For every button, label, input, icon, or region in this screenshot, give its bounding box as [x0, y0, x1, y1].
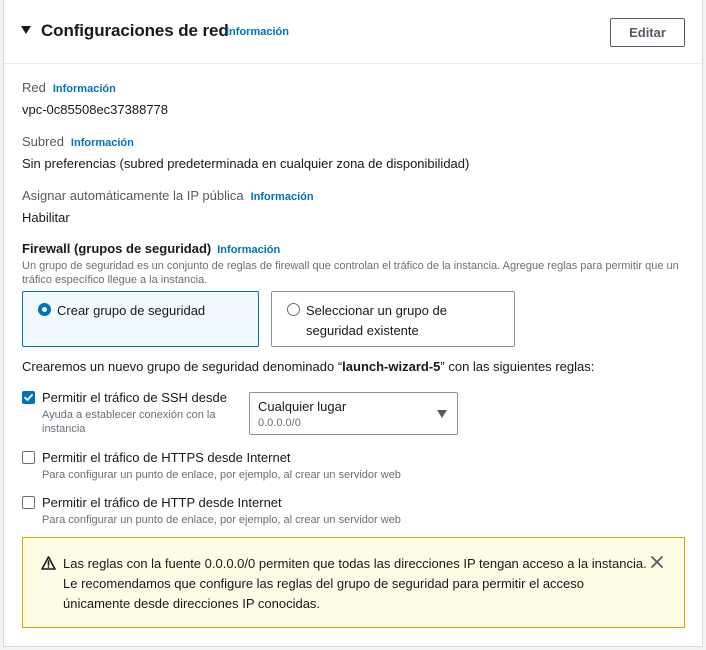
https-help: Para configurar un punto de enlace, por … [42, 469, 401, 481]
close-icon[interactable] [651, 556, 663, 568]
network-value: vpc-0c85508ec37388778 [22, 102, 169, 117]
radio-existing-label: Seleccionar un grupo de seguridad existe… [306, 303, 447, 338]
https-label: Permitir el tráfico de HTTPS desde Inter… [42, 450, 291, 465]
http-checkbox[interactable] [22, 496, 35, 509]
checkmark-icon [24, 394, 33, 401]
ssh-source-cidr: 0.0.0.0/0 [258, 417, 301, 429]
firewall-info-link[interactable]: Información [217, 244, 280, 256]
dropdown-caret-icon [437, 410, 447, 418]
radio-unselected-icon [287, 303, 300, 316]
public-ip-info-link[interactable]: Información [251, 191, 314, 203]
ssh-checkbox[interactable] [22, 391, 35, 404]
http-label: Permitir el tráfico de HTTP desde Intern… [42, 495, 282, 510]
public-ip-label-text: Asignar automáticamente la IP pública [22, 188, 244, 203]
ssh-label: Permitir el tráfico de SSH desde [42, 390, 227, 405]
ssh-source-value: Cualquier lugar [258, 399, 347, 414]
collapse-caret-icon[interactable] [21, 26, 31, 34]
public-ip-value: Habilitar [22, 210, 70, 225]
network-label: Red Información [22, 80, 116, 95]
new-group-prefix: Crearemos un nuevo grupo de seguridad de… [22, 359, 343, 374]
radio-select-existing-group[interactable]: Seleccionar un grupo de seguridad existe… [271, 291, 515, 347]
panel-title: Configuraciones de red [41, 21, 229, 40]
edit-button[interactable]: Editar [610, 18, 685, 47]
radio-create-security-group[interactable]: Crear grupo de seguridad [22, 291, 259, 347]
firewall-title-text: Firewall (grupos de seguridad) [22, 241, 212, 256]
warning-icon [41, 556, 56, 570]
ssh-source-select[interactable]: Cualquier lugar 0.0.0.0/0 [249, 392, 458, 435]
subnet-info-link[interactable]: Información [71, 137, 134, 149]
warning-alert: Las reglas con la fuente 0.0.0.0/0 permi… [22, 537, 685, 628]
network-label-text: Red [22, 80, 46, 95]
firewall-title: Firewall (grupos de seguridad) Informació… [22, 241, 280, 256]
new-group-name: launch-wizard-5 [342, 359, 441, 374]
https-checkbox[interactable] [22, 451, 35, 464]
radio-selected-icon [38, 303, 51, 316]
network-info-link[interactable]: Información [53, 83, 116, 95]
radio-create-label: Crear grupo de seguridad [57, 303, 206, 318]
new-group-notice: Crearemos un nuevo grupo de seguridad de… [22, 359, 594, 374]
network-settings-panel: Configuraciones de red Información Edita… [3, 0, 703, 647]
warning-message: Las reglas con la fuente 0.0.0.0/0 permi… [63, 556, 647, 611]
panel-header: Configuraciones de red Información Edita… [4, 0, 702, 64]
subnet-label: Subred Información [22, 134, 134, 149]
ssh-help: Ayuda a establecer conexión con la insta… [42, 409, 216, 435]
subnet-label-text: Subred [22, 134, 64, 149]
new-group-suffix: ” con las siguientes reglas: [440, 359, 595, 374]
firewall-description: Un grupo de seguridad es un conjunto de … [22, 260, 679, 286]
public-ip-label: Asignar automáticamente la IP pública Inf… [22, 188, 314, 203]
http-help: Para configurar un punto de enlace, por … [42, 514, 401, 526]
header-info-link[interactable]: Información [226, 26, 289, 38]
subnet-value: Sin preferencias (subred predeterminada … [22, 156, 470, 171]
